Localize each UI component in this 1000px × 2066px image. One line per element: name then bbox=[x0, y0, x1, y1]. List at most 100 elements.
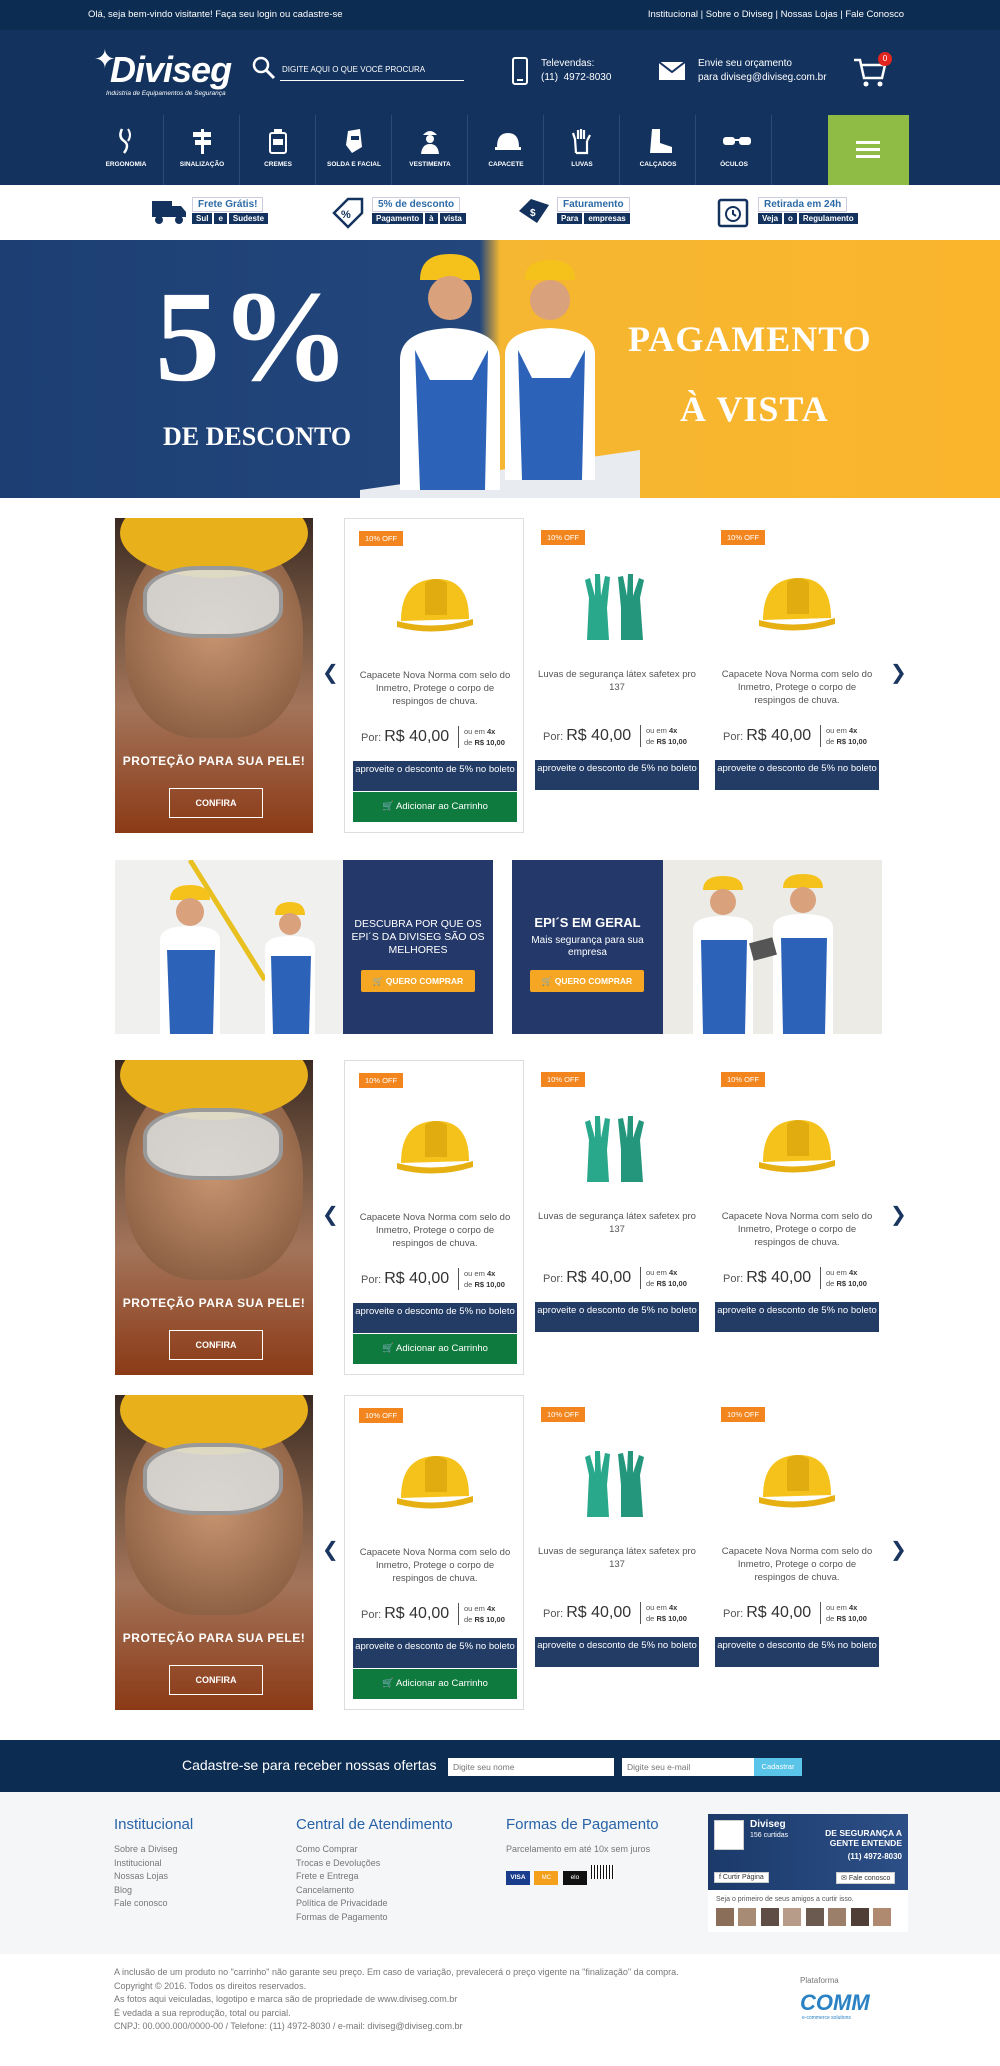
phone-number[interactable]: (11) 4972-8030 bbox=[541, 71, 611, 85]
footer-link[interactable]: Nossas Lojas bbox=[114, 1870, 193, 1884]
promo-confira-button[interactable]: CONFIRA bbox=[169, 1665, 263, 1695]
search-icon[interactable] bbox=[252, 56, 276, 80]
product-name[interactable]: Luvas de segurança látex safetex pro 137 bbox=[537, 1210, 697, 1236]
category-label: CAPACETE bbox=[488, 161, 524, 168]
installments: ou em 4x de R$ 10,00 bbox=[640, 1267, 687, 1289]
product-card[interactable]: 10% OFF Capacete Nova Norma com selo do I… bbox=[707, 518, 887, 833]
product-image[interactable] bbox=[757, 568, 837, 643]
boleto-discount-button[interactable]: aproveite o desconto de 5% no boleto bbox=[353, 761, 517, 791]
banner-why-diviseg[interactable]: DESCUBRA POR QUE OS EPI´S DA DIVISEG SÃO… bbox=[115, 860, 493, 1034]
product-name[interactable]: Capacete Nova Norma com selo do Inmetro,… bbox=[717, 1545, 877, 1584]
product-card[interactable]: 10% OFF Luvas de segurança látex safetex … bbox=[527, 518, 707, 833]
category-sinalizacao[interactable]: SINALIZAÇÃO bbox=[164, 115, 240, 185]
footer-link[interactable]: Sobre a Diviseg bbox=[114, 1843, 193, 1857]
facebook-like-button[interactable]: f Curtir Página bbox=[714, 1872, 769, 1883]
product-card[interactable]: 10% OFF Capacete Nova Norma com selo do I… bbox=[344, 518, 524, 833]
welcome-login-link[interactable]: Olá, seja bem-vindo visitante! Faça seu … bbox=[88, 9, 343, 20]
category-calcados[interactable]: CALÇADOS bbox=[620, 115, 696, 185]
product-image[interactable] bbox=[757, 1445, 837, 1520]
product-name[interactable]: Luvas de segurança látex safetex pro 137 bbox=[537, 1545, 697, 1571]
product-card[interactable]: 10% OFF Luvas de segurança látex safetex … bbox=[527, 1395, 707, 1710]
boleto-discount-button[interactable]: aproveite o desconto de 5% no boleto bbox=[715, 1637, 879, 1667]
boleto-discount-button[interactable]: aproveite o desconto de 5% no boleto bbox=[535, 760, 699, 790]
buy-now-button[interactable]: 🛒 QUERO COMPRAR bbox=[530, 970, 644, 992]
promo-banner[interactable]: PROTEÇÃO PARA SUA PELE! CONFIRA bbox=[115, 518, 313, 833]
carousel-prev-arrow-icon[interactable]: ❮ bbox=[322, 1540, 339, 1560]
category-oculos[interactable]: ÓCULOS bbox=[696, 115, 772, 185]
carousel-prev-arrow-icon[interactable]: ❮ bbox=[322, 663, 339, 683]
product-card[interactable]: 10% OFF Capacete Nova Norma com selo do I… bbox=[707, 1395, 887, 1710]
footer-link[interactable]: Institucional bbox=[114, 1857, 193, 1871]
boleto-discount-button[interactable]: aproveite o desconto de 5% no boleto bbox=[715, 1302, 879, 1332]
product-image[interactable] bbox=[395, 1111, 475, 1186]
platform-logo[interactable]: COMM bbox=[800, 1990, 870, 2016]
add-to-cart-button[interactable]: 🛒 Adicionar ao Carrinho bbox=[353, 792, 517, 822]
boleto-discount-button[interactable]: aproveite o desconto de 5% no boleto bbox=[535, 1637, 699, 1667]
promo-confira-button[interactable]: CONFIRA bbox=[169, 1330, 263, 1360]
footer-link[interactable]: Trocas e Devoluções bbox=[296, 1857, 453, 1871]
product-name[interactable]: Capacete Nova Norma com selo do Inmetro,… bbox=[355, 669, 515, 708]
product-image[interactable] bbox=[577, 568, 657, 643]
search-input[interactable] bbox=[280, 59, 464, 81]
boleto-discount-button[interactable]: aproveite o desconto de 5% no boleto bbox=[715, 760, 879, 790]
newsletter-email-input[interactable] bbox=[622, 1758, 754, 1776]
product-name[interactable]: Capacete Nova Norma com selo do Inmetro,… bbox=[717, 1210, 877, 1249]
cart-button[interactable]: 0 bbox=[852, 52, 892, 94]
footer-link[interactable]: Como Comprar bbox=[296, 1843, 453, 1857]
product-image[interactable] bbox=[395, 569, 475, 644]
facebook-contact-button[interactable]: ✉ Fale conosco bbox=[836, 1872, 896, 1884]
footer-link[interactable]: Política de Privacidade bbox=[296, 1897, 453, 1911]
logo[interactable]: ✦ Diviseg Indústria de Equipamentos de S… bbox=[88, 44, 232, 102]
boleto-discount-button[interactable]: aproveite o desconto de 5% no boleto bbox=[535, 1302, 699, 1332]
footer-link[interactable]: Frete e Entrega bbox=[296, 1870, 453, 1884]
carousel-next-arrow-icon[interactable]: ❯ bbox=[890, 1540, 907, 1560]
category-capacete[interactable]: CAPACETE bbox=[468, 115, 544, 185]
boleto-discount-button[interactable]: aproveite o desconto de 5% no boleto bbox=[353, 1303, 517, 1333]
hero-banner[interactable]: 5% DE DESCONTO PAGAMENTO À VISTA bbox=[0, 240, 1000, 498]
top-links[interactable]: Institucional | Sobre o Diviseg | Nossas… bbox=[648, 9, 904, 20]
product-card[interactable]: 10% OFF Luvas de segurança látex safetex … bbox=[527, 1060, 707, 1375]
perk-invoice[interactable]: $ Faturamento Para empresas bbox=[515, 195, 645, 231]
promo-banner[interactable]: PROTEÇÃO PARA SUA PELE! CONFIRA bbox=[115, 1395, 313, 1710]
product-image[interactable] bbox=[577, 1110, 657, 1185]
product-name[interactable]: Capacete Nova Norma com selo do Inmetro,… bbox=[355, 1546, 515, 1585]
category-luvas[interactable]: LUVAS bbox=[544, 115, 620, 185]
footer-link[interactable]: Formas de Pagamento bbox=[296, 1911, 453, 1925]
footer-link[interactable]: Cancelamento bbox=[296, 1884, 453, 1898]
hamburger-menu-button[interactable] bbox=[828, 115, 909, 185]
perk-free-shipping[interactable]: Frete Grátis! Sul e Sudeste bbox=[150, 195, 280, 231]
add-to-cart-button[interactable]: 🛒 Adicionar ao Carrinho bbox=[353, 1334, 517, 1364]
footer-link[interactable]: Fale conosco bbox=[114, 1897, 193, 1911]
category-ergonomia[interactable]: ERGONOMIA bbox=[88, 115, 164, 185]
carousel-prev-arrow-icon[interactable]: ❮ bbox=[322, 1205, 339, 1225]
add-to-cart-button[interactable]: 🛒 Adicionar ao Carrinho bbox=[353, 1669, 517, 1699]
category-solda-facial[interactable]: SOLDA E FACIAL bbox=[316, 115, 392, 185]
facebook-page-name[interactable]: Diviseg bbox=[750, 1819, 786, 1830]
category-cremes[interactable]: CREMES bbox=[240, 115, 316, 185]
newsletter-submit-button[interactable]: Cadastrar bbox=[754, 1758, 802, 1776]
product-name[interactable]: Capacete Nova Norma com selo do Inmetro,… bbox=[717, 668, 877, 707]
product-card[interactable]: 10% OFF Capacete Nova Norma com selo do I… bbox=[707, 1060, 887, 1375]
product-name[interactable]: Capacete Nova Norma com selo do Inmetro,… bbox=[355, 1211, 515, 1250]
category-vestimenta[interactable]: VESTIMENTA bbox=[392, 115, 468, 185]
installments: ou em 4x de R$ 10,00 bbox=[458, 1268, 505, 1290]
product-name[interactable]: Luvas de segurança látex safetex pro 137 bbox=[537, 668, 697, 694]
product-card[interactable]: 10% OFF Capacete Nova Norma com selo do I… bbox=[344, 1060, 524, 1375]
boleto-discount-button[interactable]: aproveite o desconto de 5% no boleto bbox=[353, 1638, 517, 1668]
buy-now-button[interactable]: 🛒 QUERO COMPRAR bbox=[361, 970, 475, 992]
promo-confira-button[interactable]: CONFIRA bbox=[169, 788, 263, 818]
perk-discount[interactable]: % 5% de desconto Pagamento à vista bbox=[330, 195, 466, 231]
banner-epis-geral[interactable]: EPI´S EM GERAL Mais segurança para sua e… bbox=[512, 860, 882, 1034]
footer-link[interactable]: Blog bbox=[114, 1884, 193, 1898]
discount-badge: 10% OFF bbox=[541, 530, 586, 545]
promo-banner[interactable]: PROTEÇÃO PARA SUA PELE! CONFIRA bbox=[115, 1060, 313, 1375]
product-image[interactable] bbox=[395, 1446, 475, 1521]
product-card[interactable]: 10% OFF Capacete Nova Norma com selo do I… bbox=[344, 1395, 524, 1710]
product-image[interactable] bbox=[577, 1445, 657, 1520]
newsletter-name-input[interactable] bbox=[448, 1758, 614, 1776]
carousel-next-arrow-icon[interactable]: ❯ bbox=[890, 1205, 907, 1225]
carousel-next-arrow-icon[interactable]: ❯ bbox=[890, 663, 907, 683]
perk-pickup[interactable]: Retirada em 24h Veja o Regulamento bbox=[716, 195, 866, 231]
product-image[interactable] bbox=[757, 1110, 837, 1185]
quote-email[interactable]: para diviseg@diviseg.com.br bbox=[698, 71, 827, 85]
